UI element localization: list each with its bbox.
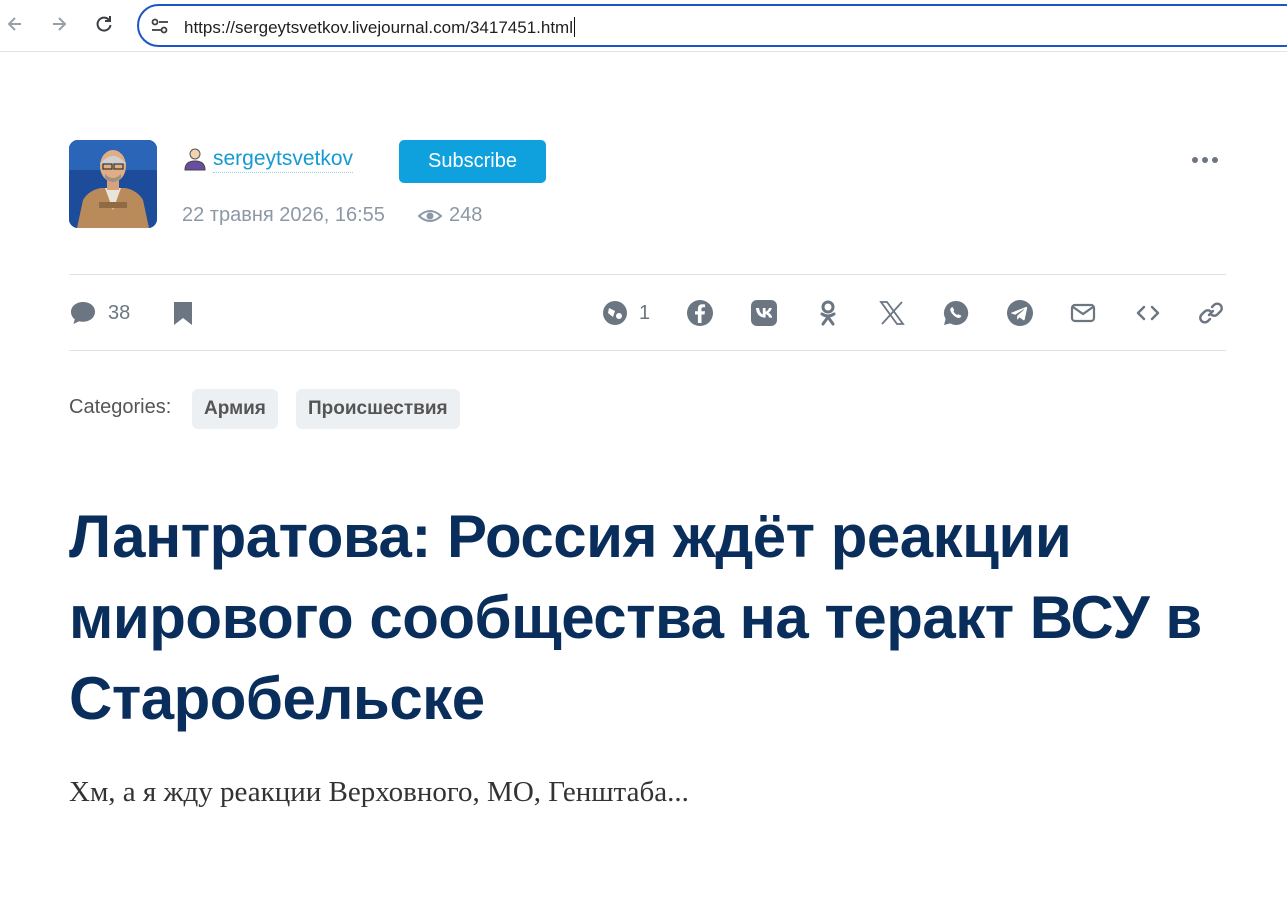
email-icon[interactable] [1067, 297, 1099, 329]
avatar[interactable] [69, 140, 157, 228]
repost-count[interactable]: 1 [639, 302, 650, 325]
views-eye-icon [418, 210, 442, 222]
link-icon[interactable] [1195, 297, 1227, 329]
browser-toolbar: https://sergeytsvetkov.livejournal.com/3… [0, 0, 1287, 52]
reload-icon[interactable] [90, 10, 118, 38]
avatar-image [69, 140, 157, 228]
category-tag-army[interactable]: Армия [192, 389, 278, 429]
category-tag-incidents[interactable]: Происшествия [296, 389, 460, 429]
subscribe-button[interactable]: Subscribe [399, 140, 546, 183]
divider-bottom [69, 350, 1226, 351]
forward-icon[interactable] [45, 10, 73, 38]
more-options-icon[interactable] [1190, 150, 1220, 170]
categories-label: Categories: [69, 396, 172, 418]
repost-icon[interactable] [599, 297, 631, 329]
facebook-icon[interactable] [684, 297, 716, 329]
view-count: 248 [449, 204, 483, 226]
url-text[interactable]: https://sergeytsvetkov.livejournal.com/3… [184, 17, 575, 38]
bookmark-icon[interactable] [167, 297, 199, 329]
back-icon[interactable] [1, 10, 29, 38]
post-body: Хм, а я жду реакции Верховного, МО, Генш… [69, 776, 689, 808]
comment-icon[interactable] [67, 297, 99, 329]
user-icon [184, 148, 206, 171]
text-caret [574, 17, 575, 37]
vk-icon[interactable] [748, 297, 780, 329]
address-bar[interactable]: https://sergeytsvetkov.livejournal.com/3… [137, 4, 1287, 47]
post-title: Лантратова: Россия ждёт реакции мирового… [69, 503, 1202, 732]
comment-count[interactable]: 38 [108, 302, 130, 325]
author-username-link[interactable]: sergeytsvetkov [213, 146, 354, 173]
site-info-icon[interactable] [149, 16, 171, 36]
x-icon[interactable] [876, 297, 908, 329]
odnoklassniki-icon[interactable] [812, 297, 844, 329]
post-date: 22 травня 2026, 16:55 [182, 204, 385, 226]
telegram-icon[interactable] [1004, 297, 1036, 329]
embed-icon[interactable] [1132, 297, 1164, 329]
divider-top [69, 274, 1226, 275]
whatsapp-icon[interactable] [940, 297, 972, 329]
